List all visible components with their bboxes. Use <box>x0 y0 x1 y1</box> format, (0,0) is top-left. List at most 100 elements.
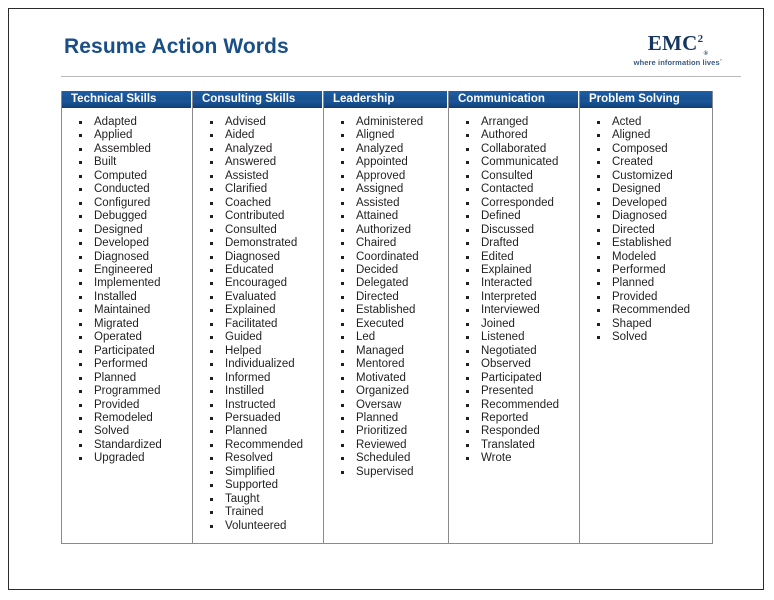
list-item: Assembled <box>62 143 192 156</box>
list-item-label: Evaluated <box>225 290 277 303</box>
square-bullet-icon <box>210 228 213 232</box>
list-item-label: Analyzed <box>356 142 404 155</box>
square-bullet-icon <box>597 215 600 219</box>
list-item: Persuaded <box>193 412 323 425</box>
list-item-label: Developed <box>612 196 667 209</box>
square-bullet-icon <box>341 309 344 313</box>
list-item: Performed <box>62 358 192 371</box>
list-item-label: Instructed <box>225 398 276 411</box>
list-item: Translated <box>449 439 579 452</box>
square-bullet-icon <box>210 161 213 165</box>
list-item: Contacted <box>449 183 579 196</box>
list-item: Applied <box>62 129 192 142</box>
square-bullet-icon <box>341 443 344 447</box>
square-bullet-icon <box>341 255 344 259</box>
square-bullet-icon <box>210 524 213 528</box>
list-item-label: Explained <box>481 263 532 276</box>
list-item-label: Provided <box>94 398 140 411</box>
list-item-label: Computed <box>94 169 148 182</box>
list-item: Directed <box>324 291 448 304</box>
list-item-label: Engineered <box>94 263 153 276</box>
list-item-label: Recommended <box>225 438 303 451</box>
list-item-label: Presented <box>481 385 534 398</box>
list-item-label: Executed <box>356 317 404 330</box>
list-item-label: Planned <box>225 425 268 438</box>
square-bullet-icon <box>597 121 600 124</box>
square-bullet-icon <box>597 295 600 299</box>
list-item: Aligned <box>580 129 712 142</box>
square-bullet-icon <box>466 390 469 394</box>
list-item-label: Assembled <box>94 142 151 155</box>
square-bullet-icon <box>341 376 344 380</box>
list-item-label: Persuaded <box>225 411 281 424</box>
square-bullet-icon <box>210 147 213 151</box>
list-item-label: Diagnosed <box>612 210 667 223</box>
list-item-label: Arranged <box>481 116 529 128</box>
square-bullet-icon <box>597 242 600 246</box>
square-bullet-icon <box>210 349 213 353</box>
square-bullet-icon <box>341 322 344 326</box>
square-bullet-icon <box>341 268 344 272</box>
square-bullet-icon <box>341 215 344 219</box>
title-divider <box>61 76 741 77</box>
list-item: Collaborated <box>449 143 579 156</box>
list-item-label: Observed <box>481 358 531 371</box>
list-item-label: Authored <box>481 129 528 142</box>
list-item-label: Decided <box>356 263 399 276</box>
list-item-label: Participated <box>481 371 542 384</box>
square-bullet-icon <box>210 309 213 313</box>
list-item-label: Instilled <box>225 385 264 398</box>
square-bullet-icon <box>210 201 213 205</box>
square-bullet-icon <box>210 242 213 246</box>
list-item: Edited <box>449 251 579 264</box>
list-item: Upgraded <box>62 452 192 465</box>
emc-logo-text: EMC <box>647 31 698 55</box>
list-item: Configured <box>62 197 192 210</box>
list-item: Programmed <box>62 385 192 398</box>
square-bullet-icon <box>79 390 82 394</box>
square-bullet-icon <box>79 403 82 407</box>
list-item-label: Configured <box>94 196 151 209</box>
list-item-label: Listened <box>481 331 525 344</box>
list-item: Wrote <box>449 452 579 465</box>
list-item: Performed <box>580 264 712 277</box>
square-bullet-icon <box>341 403 344 407</box>
list-item-label: Defined <box>481 210 521 223</box>
list-item: Assisted <box>324 197 448 210</box>
list-item: Coached <box>193 197 323 210</box>
list-item: Joined <box>449 318 579 331</box>
square-bullet-icon <box>597 309 600 313</box>
list-item: Solved <box>62 425 192 438</box>
list-item: Explained <box>449 264 579 277</box>
word-list-communication: Arranged Authored Collaborated Communicated… <box>449 108 579 543</box>
square-bullet-icon <box>79 309 82 313</box>
table-column-communication: Communication Arranged Authored Collaborat… <box>449 91 580 544</box>
square-bullet-icon <box>79 295 82 299</box>
table-column-leadership: Leadership Administered Aligned Analyzed Ap… <box>324 91 449 544</box>
square-bullet-icon <box>466 255 469 259</box>
square-bullet-icon <box>341 147 344 151</box>
list-item: Built <box>62 156 192 169</box>
list-item: Implemented <box>62 277 192 290</box>
list-item: Developed <box>62 237 192 250</box>
square-bullet-icon <box>466 322 469 326</box>
list-item-label: Facilitated <box>225 317 278 330</box>
list-item-label: Coached <box>225 196 272 209</box>
list-item: Reported <box>449 412 579 425</box>
square-bullet-icon <box>79 349 82 353</box>
list-item-label: Modeled <box>612 250 657 263</box>
list-item-label: Contacted <box>481 183 534 196</box>
list-item-label: Answered <box>225 156 277 169</box>
square-bullet-icon <box>466 457 469 461</box>
square-bullet-icon <box>79 336 82 340</box>
word-list-problem-solving: Acted Aligned Composed Created Customized Des… <box>580 108 712 543</box>
square-bullet-icon <box>466 201 469 205</box>
square-bullet-icon <box>210 390 213 394</box>
emc-logo-mark: EMC2 ® <box>619 31 737 58</box>
list-item-label: Volunteered <box>225 519 287 532</box>
list-item: Aligned <box>324 129 448 142</box>
list-item-label: Directed <box>612 223 655 236</box>
page-title: Resume Action Words <box>64 35 289 58</box>
list-item-label: Administered <box>356 116 424 128</box>
square-bullet-icon <box>210 188 213 192</box>
